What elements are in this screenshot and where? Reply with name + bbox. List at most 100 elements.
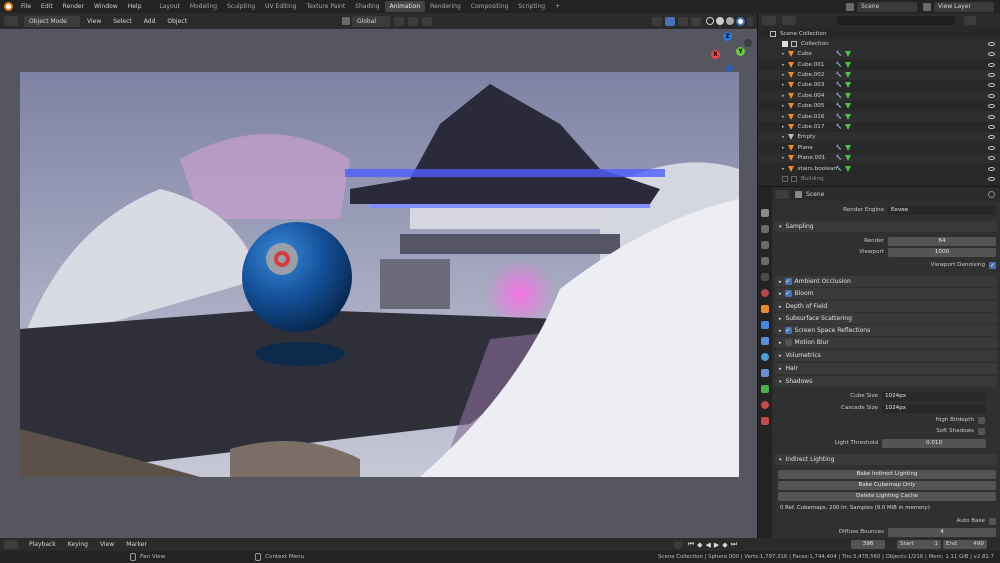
- high-bitdepth-checkbox[interactable]: [978, 417, 985, 424]
- object-tab-icon[interactable]: [761, 305, 769, 313]
- render-engine-dropdown[interactable]: Eevee: [888, 206, 996, 215]
- world-tab-icon[interactable]: [761, 289, 769, 297]
- building-checkbox[interactable]: [782, 176, 788, 183]
- visibility-eye-icon[interactable]: [988, 104, 995, 109]
- view-layer-icon[interactable]: [923, 2, 931, 11]
- timeline-editor-icon[interactable]: [4, 540, 18, 549]
- expand-arrow-icon[interactable]: ▸: [782, 72, 785, 78]
- viewport-menu-add[interactable]: Add: [139, 16, 161, 27]
- viewport-samples-field[interactable]: 1000: [888, 248, 996, 257]
- mesh-data-icon[interactable]: [844, 61, 851, 68]
- visibility-eye-icon[interactable]: [988, 62, 995, 67]
- outliner-item[interactable]: ▸ Plane 🔧: [758, 143, 1000, 153]
- next-keyframe-icon[interactable]: ◆: [722, 541, 727, 549]
- mesh-data-icon[interactable]: [844, 165, 851, 172]
- data-tab-icon[interactable]: [761, 385, 769, 393]
- bake-indirect-lighting-button[interactable]: Bake Indirect Lighting: [778, 470, 996, 479]
- visibility-eye-icon[interactable]: [988, 93, 995, 98]
- outliner-item[interactable]: ▸ Cube.016 🔧: [758, 111, 1000, 122]
- outliner-item[interactable]: ▸ stairs.boolean 🔧: [758, 163, 1000, 173]
- play-icon[interactable]: ▶: [714, 541, 719, 549]
- timeline-menu-view[interactable]: View: [95, 539, 119, 550]
- visibility-eye-icon[interactable]: [988, 135, 995, 140]
- indirect-lighting-panel-header[interactable]: ▾ Indirect Lighting: [775, 454, 997, 465]
- zoom-icon[interactable]: [744, 39, 752, 47]
- workspace-tab-uv-editing[interactable]: UV Editing: [260, 1, 301, 12]
- scene-icon[interactable]: [846, 2, 854, 11]
- visibility-eye-icon[interactable]: [988, 124, 995, 129]
- properties-editor-icon[interactable]: [775, 189, 789, 199]
- visibility-eye-icon[interactable]: [988, 166, 995, 171]
- workspace-tab-compositing[interactable]: Compositing: [466, 1, 514, 12]
- cube-size-dropdown[interactable]: 1024px: [882, 392, 986, 401]
- visibility-eye-icon[interactable]: [988, 42, 995, 47]
- diffuse-bounces-field[interactable]: 4: [888, 528, 996, 537]
- menu-edit[interactable]: Edit: [36, 3, 58, 10]
- timeline-menu-keying[interactable]: Keying: [63, 539, 93, 550]
- shading-rendered-icon[interactable]: [736, 16, 745, 26]
- timeline-menu-playback[interactable]: Playback: [24, 539, 61, 550]
- expand-arrow-icon[interactable]: ▸: [782, 124, 785, 130]
- outliner-item[interactable]: ▸ Cube.005 🔧: [758, 101, 1000, 111]
- mesh-data-icon[interactable]: [844, 103, 851, 110]
- soft-shadows-checkbox[interactable]: [978, 428, 985, 435]
- modifier-wrench-icon[interactable]: 🔧: [836, 155, 842, 161]
- workspace-tab-shading[interactable]: Shading: [350, 1, 384, 12]
- shading-wireframe-icon[interactable]: [706, 17, 714, 25]
- mesh-data-icon[interactable]: [844, 51, 851, 58]
- expand-arrow-icon[interactable]: ▸: [782, 103, 785, 109]
- expand-arrow-icon[interactable]: ▸: [782, 155, 785, 161]
- object-mode-dropdown[interactable]: Object Mode: [24, 15, 80, 27]
- expand-arrow-icon[interactable]: ▸: [782, 82, 785, 88]
- shadows-panel-header[interactable]: ▾ Shadows: [775, 376, 997, 387]
- navigation-gizmo[interactable]: Z Y X: [706, 32, 748, 74]
- view-layer-selector[interactable]: View Layer: [934, 1, 994, 12]
- bloom-panel[interactable]: ▸ ✓ Bloom: [775, 288, 997, 299]
- gizmo-neg-z-axis[interactable]: [726, 65, 733, 72]
- mesh-data-icon[interactable]: [844, 144, 851, 151]
- play-reverse-icon[interactable]: ◀: [706, 541, 711, 549]
- outliner-item[interactable]: ▸ Cube.017 🔧: [758, 122, 1000, 132]
- pin-icon[interactable]: [988, 190, 995, 198]
- workspace-tab-modeling[interactable]: Modeling: [185, 1, 222, 12]
- modifier-tab-icon[interactable]: [761, 321, 769, 329]
- blender-logo-icon[interactable]: [4, 2, 13, 11]
- expand-arrow-icon[interactable]: ▸: [782, 93, 785, 99]
- depth-of-field-panel[interactable]: ▸ Depth of Field: [775, 301, 997, 312]
- outliner-search-input[interactable]: [836, 15, 956, 25]
- modifier-wrench-icon[interactable]: 🔧: [836, 114, 842, 120]
- editor-type-icon[interactable]: [4, 16, 18, 26]
- outliner-item[interactable]: ▸ Cube.004 🔧: [758, 90, 1000, 101]
- modifier-wrench-icon[interactable]: 🔧: [836, 145, 842, 151]
- motion-blur-checkbox[interactable]: [784, 339, 792, 346]
- outliner-item[interactable]: ▸ Cube.001 🔧: [758, 59, 1000, 69]
- workspace-tab-sculpting[interactable]: Sculpting: [222, 1, 260, 12]
- material-tab-icon[interactable]: [761, 401, 769, 409]
- filter-icon[interactable]: [964, 15, 976, 25]
- subsurface-panel[interactable]: ▸ Subsurface Scattering: [775, 313, 997, 324]
- scene-selector[interactable]: Scene: [857, 1, 917, 12]
- motion-blur-panel[interactable]: ▸ Motion Blur: [775, 337, 997, 348]
- visibility-eye-icon[interactable]: [988, 72, 995, 77]
- mesh-data-icon[interactable]: [844, 92, 851, 99]
- gizmo-toggle-icon[interactable]: [665, 16, 675, 26]
- expand-arrow-icon[interactable]: ▸: [782, 166, 785, 172]
- visibility-eye-icon[interactable]: [988, 177, 995, 182]
- transform-orientation-icon[interactable]: [341, 17, 350, 25]
- outliner-item[interactable]: ▸ Plane.001 🔧: [758, 153, 1000, 164]
- modifier-wrench-icon[interactable]: 🔧: [836, 166, 842, 172]
- jump-end-icon[interactable]: ⏭: [731, 540, 737, 549]
- visibility-icon[interactable]: [652, 16, 662, 26]
- modifier-wrench-icon[interactable]: 🔧: [836, 124, 842, 130]
- visibility-eye-icon[interactable]: [988, 145, 995, 150]
- outliner-collection[interactable]: Collection: [758, 39, 1000, 50]
- outliner-item[interactable]: ▸ Cube 🔧: [758, 49, 1000, 60]
- mesh-data-icon[interactable]: [844, 71, 851, 78]
- physics-tab-icon[interactable]: [761, 353, 769, 361]
- particles-tab-icon[interactable]: [761, 337, 769, 345]
- outliner-collection-building[interactable]: Building: [758, 174, 1000, 184]
- prev-keyframe-icon[interactable]: ◆: [697, 541, 702, 549]
- current-frame-field[interactable]: 398: [851, 540, 885, 549]
- render-samples-field[interactable]: 64: [888, 237, 996, 246]
- workspace-tab-scripting[interactable]: Scripting: [513, 1, 550, 12]
